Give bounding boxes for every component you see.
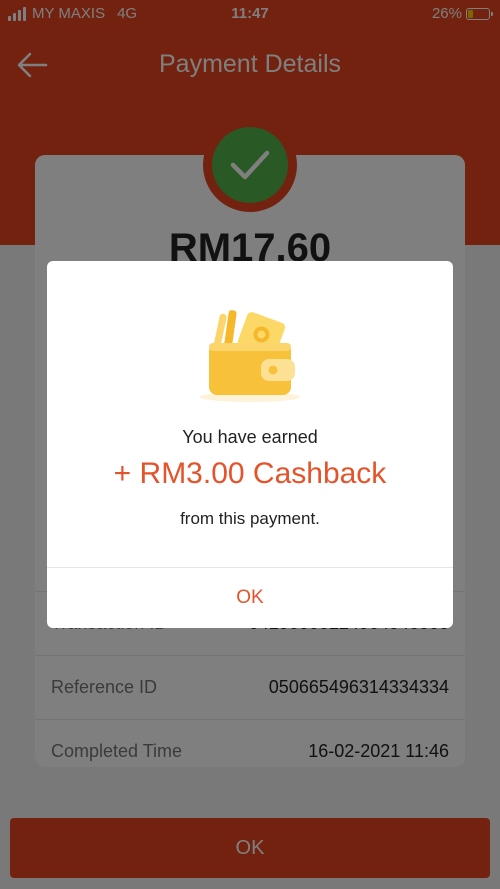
- wallet-icon: [197, 305, 303, 405]
- cashback-dialog: You have earned + RM3.00 Cashback from t…: [47, 261, 453, 628]
- cashback-amount: + RM3.00 Cashback: [113, 457, 387, 490]
- earned-text: You have earned: [182, 427, 318, 447]
- payment-note: from this payment.: [180, 509, 320, 528]
- dialog-ok-button[interactable]: OK: [47, 568, 453, 628]
